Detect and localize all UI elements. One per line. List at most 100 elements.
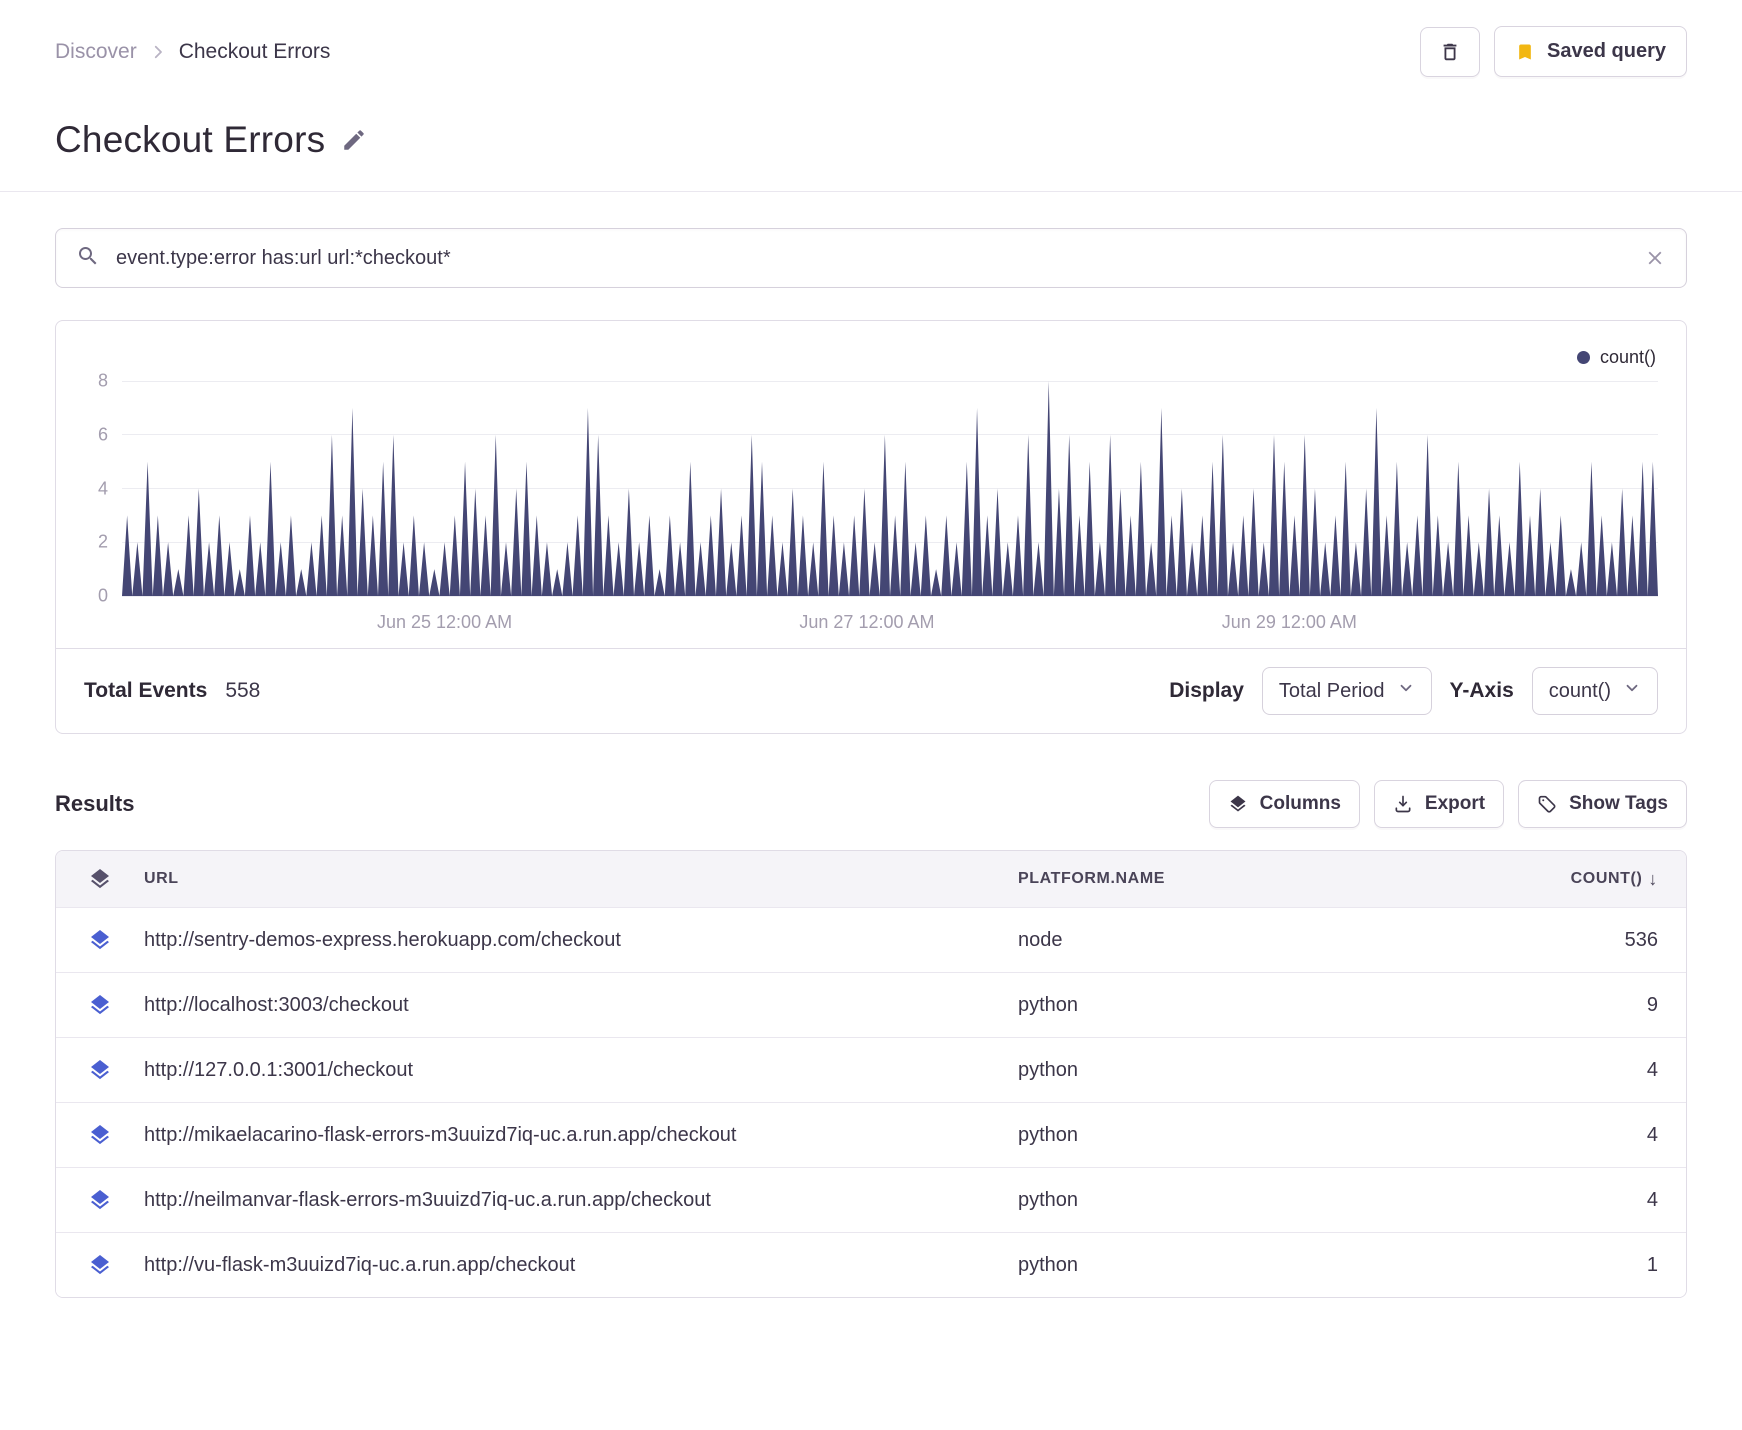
results-header: Results Columns Export Show Tags	[55, 780, 1687, 828]
y-axis-label: 2	[97, 531, 108, 552]
plot-area	[122, 380, 1658, 597]
header-divider	[0, 191, 1742, 192]
platform-cell: node	[1018, 928, 1063, 951]
url-cell: http://vu-flask-m3uuizd7iq-uc.a.run.app/…	[144, 1253, 576, 1276]
area-series	[122, 381, 1658, 596]
layers-icon[interactable]	[56, 1253, 144, 1277]
layers-icon[interactable]	[56, 1188, 144, 1212]
chevron-right-icon	[149, 43, 167, 61]
platform-cell: python	[1018, 1058, 1079, 1081]
export-label: Export	[1424, 793, 1486, 814]
count-cell: 4	[1646, 1188, 1658, 1211]
display-dropdown[interactable]: Total Period	[1261, 667, 1432, 715]
y-axis-label: 6	[97, 424, 108, 445]
chart-panel: count() 8 6 4 2 0 Jun 25 12:00 AM Jun 27 12:0…	[55, 320, 1687, 734]
column-header-count[interactable]: COUNT() ↓	[1478, 869, 1658, 890]
edit-title-pencil-icon[interactable]	[341, 127, 367, 153]
download-icon	[1393, 794, 1413, 814]
layers-icon[interactable]	[56, 867, 144, 891]
breadcrumb-discover[interactable]: Discover	[55, 40, 137, 64]
x-axis-label: Jun 25 12:00 AM	[376, 612, 513, 632]
yaxis-label: Y-Axis	[1449, 679, 1514, 702]
saved-query-label: Saved query	[1547, 40, 1666, 62]
tag-icon	[1537, 794, 1557, 814]
url-cell: http://mikaelacarino-flask-errors-m3uuiz…	[144, 1123, 737, 1146]
layers-icon	[1228, 794, 1248, 814]
total-events-label: Total Events	[84, 679, 208, 702]
x-axis-label: Jun 27 12:00 AM	[799, 612, 935, 632]
platform-cell: python	[1018, 1123, 1079, 1146]
display-label: Display	[1169, 679, 1244, 702]
table-row[interactable]: http://127.0.0.1:3001/checkout python 4	[56, 1037, 1686, 1102]
chart-footer: Total Events 558 Display Total Period Y-…	[56, 648, 1686, 733]
y-axis-label: 0	[97, 585, 108, 606]
legend-label: count()	[1599, 347, 1656, 367]
x-axis-label: Jun 29 12:00 AM	[1221, 612, 1357, 632]
breadcrumb-current: Checkout Errors	[178, 39, 331, 63]
table-header: URL PLATFORM.NAME COUNT() ↓	[56, 851, 1686, 907]
count-cell: 4	[1646, 1058, 1658, 1081]
breadcrumb: Discover Checkout Errors	[55, 40, 330, 64]
count-cell: 1	[1646, 1253, 1658, 1276]
bookmark-icon	[1515, 42, 1535, 62]
top-bar: Discover Checkout Errors Saved query	[55, 0, 1687, 77]
count-cell: 4	[1646, 1123, 1658, 1146]
chart-legend[interactable]: count()	[1576, 347, 1656, 368]
table-row[interactable]: http://mikaelacarino-flask-errors-m3uuiz…	[56, 1102, 1686, 1167]
x-axis: Jun 25 12:00 AM Jun 27 12:00 AM Jun 29 12:…	[122, 596, 1658, 640]
column-header-url[interactable]: URL	[144, 870, 1018, 888]
y-axis: 8 6 4 2 0	[70, 371, 122, 606]
table-body: http://sentry-demos-express.herokuapp.co…	[56, 907, 1686, 1297]
delete-query-button[interactable]	[1420, 26, 1481, 77]
layers-icon[interactable]	[56, 1058, 144, 1082]
search-bar	[55, 228, 1687, 288]
legend-dot-icon	[1576, 351, 1590, 364]
search-input[interactable]	[116, 246, 1628, 270]
chevron-down-icon	[1623, 679, 1641, 703]
chevron-down-icon	[1397, 679, 1415, 703]
search-icon	[76, 244, 100, 273]
sort-desc-icon: ↓	[1648, 868, 1658, 889]
url-cell: http://sentry-demos-express.herokuapp.co…	[144, 928, 621, 951]
table-row[interactable]: http://localhost:3003/checkout python 9	[56, 972, 1686, 1037]
count-cell: 536	[1624, 928, 1658, 951]
total-events-value: 558	[225, 679, 261, 702]
table-row[interactable]: http://sentry-demos-express.herokuapp.co…	[56, 907, 1686, 972]
platform-cell: python	[1018, 1253, 1079, 1276]
export-button[interactable]: Export	[1373, 780, 1505, 828]
title-row: Checkout Errors	[55, 119, 1687, 161]
results-buttons: Columns Export Show Tags	[1208, 780, 1687, 828]
column-header-platform[interactable]: PLATFORM.NAME	[1018, 870, 1478, 888]
columns-button[interactable]: Columns	[1208, 780, 1360, 828]
yaxis-dropdown[interactable]: count()	[1531, 667, 1658, 715]
count-header-label: COUNT()	[1570, 870, 1643, 887]
display-value: Total Period	[1278, 679, 1385, 702]
y-axis-label: 8	[97, 370, 108, 391]
url-cell: http://127.0.0.1:3001/checkout	[144, 1058, 414, 1081]
url-cell: http://localhost:3003/checkout	[144, 993, 409, 1016]
table-row[interactable]: http://neilmanvar-flask-errors-m3uuizd7i…	[56, 1167, 1686, 1232]
columns-label: Columns	[1259, 793, 1341, 814]
header-actions: Saved query	[1420, 26, 1687, 77]
chart: count() 8 6 4 2 0 Jun 25 12:00 AM Jun 27 12:0…	[56, 321, 1686, 648]
count-cell: 9	[1646, 993, 1658, 1016]
clear-search-icon[interactable]	[1644, 247, 1666, 269]
table-row[interactable]: http://vu-flask-m3uuizd7iq-uc.a.run.app/…	[56, 1232, 1686, 1297]
platform-cell: python	[1018, 1188, 1079, 1211]
show-tags-label: Show Tags	[1569, 793, 1668, 814]
y-axis-label: 4	[97, 478, 108, 498]
total-events: Total Events 558	[84, 679, 260, 703]
saved-query-button[interactable]: Saved query	[1494, 26, 1687, 77]
results-table: URL PLATFORM.NAME COUNT() ↓ http://sentr…	[55, 850, 1687, 1298]
layers-icon[interactable]	[56, 928, 144, 952]
platform-cell: python	[1018, 993, 1079, 1016]
layers-icon[interactable]	[56, 993, 144, 1017]
layers-icon[interactable]	[56, 1123, 144, 1147]
show-tags-button[interactable]: Show Tags	[1518, 780, 1687, 828]
footer-controls: Display Total Period Y-Axis count()	[1169, 667, 1658, 715]
url-cell: http://neilmanvar-flask-errors-m3uuizd7i…	[144, 1188, 711, 1211]
results-heading: Results	[55, 791, 135, 816]
yaxis-value: count()	[1548, 679, 1611, 702]
trash-icon	[1439, 41, 1461, 63]
page-title: Checkout Errors	[55, 119, 326, 160]
